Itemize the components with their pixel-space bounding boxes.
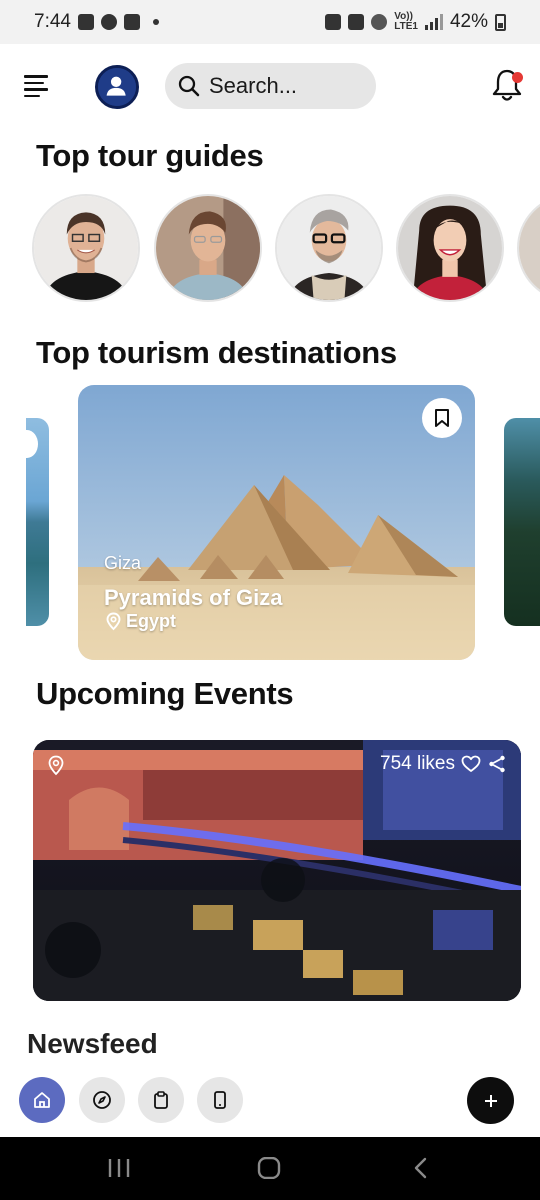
status-time: 7:44 [34, 11, 71, 32]
nav-explore[interactable] [79, 1077, 125, 1123]
guide-avatar-1[interactable] [32, 194, 140, 302]
event-meta: 754 likes [380, 753, 507, 775]
destination-card[interactable]: Giza Pyramids of Giza Egypt [78, 385, 475, 660]
nav-device[interactable] [197, 1077, 243, 1123]
back-button[interactable] [411, 1157, 431, 1184]
recent-apps-button[interactable] [107, 1157, 131, 1184]
section-title-guides: Top tour guides [36, 138, 264, 173]
signal-icon [424, 14, 443, 30]
battery-icon [495, 13, 506, 31]
gallery-icon [77, 14, 94, 30]
event-likes: 754 likes [380, 753, 455, 774]
status-right: Vo)) LTE1 42% [325, 11, 506, 33]
search-icon [177, 74, 201, 98]
destination-country-row: Egypt [105, 611, 176, 632]
back-icon [414, 1157, 427, 1179]
facebook-icon [100, 14, 117, 30]
compass-icon [93, 1091, 111, 1109]
nav-bookings[interactable] [138, 1077, 184, 1123]
more-notifications-icon [152, 19, 159, 25]
menu-icon[interactable] [24, 75, 48, 97]
plus-icon [484, 1094, 497, 1107]
battery-percent: 42% [449, 11, 488, 32]
status-left: 7:44 [34, 11, 159, 33]
destination-country: Egypt [126, 611, 177, 631]
add-button[interactable] [467, 1077, 514, 1124]
wifi-icon [371, 14, 388, 30]
location-pin-icon [105, 612, 122, 631]
guide-avatar-3[interactable] [275, 194, 383, 302]
section-title-newsfeed: Newsfeed [27, 1028, 158, 1059]
destination-card-next[interactable] [504, 418, 540, 626]
home-icon [34, 1092, 50, 1108]
bottom-navigation [0, 1076, 540, 1136]
destination-name: Pyramids of Giza [104, 585, 283, 610]
share-icon[interactable] [487, 754, 507, 774]
event-card[interactable]: 754 likes [33, 740, 521, 1001]
bookmark-button[interactable] [422, 398, 462, 438]
nav-home[interactable] [19, 1077, 65, 1123]
destination-city: Giza [104, 553, 142, 573]
home-system-button[interactable] [257, 1156, 281, 1184]
guides-carousel[interactable] [32, 194, 540, 302]
system-navigation-bar [0, 1137, 540, 1200]
section-title-events: Upcoming Events [36, 676, 294, 711]
notifications-button[interactable] [490, 67, 524, 103]
guide-avatar-4[interactable] [396, 194, 504, 302]
phone-icon [214, 1091, 226, 1109]
top-app-bar: Search... [0, 44, 540, 132]
event-location-button[interactable] [47, 755, 65, 776]
section-title-destinations: Top tourism destinations [36, 335, 397, 370]
lte-label: LTE1 [394, 21, 418, 32]
search-placeholder: Search... [209, 73, 298, 98]
notification-badge [512, 72, 523, 83]
event-image [33, 740, 521, 1001]
location-pin-icon [48, 755, 64, 776]
mute-icon [348, 14, 365, 30]
guide-avatar-5[interactable] [517, 194, 540, 302]
destination-card-prev[interactable] [26, 418, 49, 626]
clipboard-icon [154, 1091, 168, 1109]
bookmark-icon [435, 409, 449, 427]
status-bar: 7:44 Vo)) LTE1 42% [0, 0, 540, 44]
package-icon [123, 14, 140, 30]
heart-icon[interactable] [461, 754, 481, 774]
volte-indicator: Vo)) LTE1 [394, 12, 418, 32]
user-icon [98, 68, 136, 106]
guide-avatar-2[interactable] [154, 194, 262, 302]
home-system-icon [257, 1156, 281, 1180]
search-bar[interactable]: Search... [165, 63, 376, 109]
user-avatar[interactable] [95, 65, 139, 109]
lock-icon [325, 14, 342, 30]
recent-apps-icon [108, 1159, 130, 1177]
